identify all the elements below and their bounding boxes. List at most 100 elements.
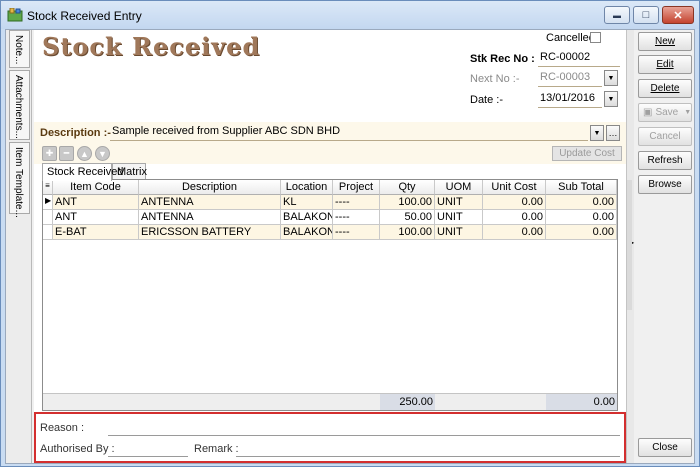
- edit-button[interactable]: Edit: [638, 55, 692, 74]
- move-down-button[interactable]: ▼: [95, 146, 110, 161]
- new-button-label: New: [654, 36, 675, 47]
- side-tab-attachments-label: Attachments...: [13, 75, 24, 139]
- close-icon: ✕: [673, 9, 683, 22]
- vertical-scrollbar[interactable]: [627, 180, 632, 310]
- reason-field[interactable]: [108, 422, 620, 436]
- chevron-down-icon: ▼: [593, 129, 601, 137]
- sub-total-total: 0.00: [546, 394, 617, 410]
- delete-button[interactable]: Delete: [638, 79, 692, 98]
- detail-toolbar: [34, 144, 626, 164]
- save-button[interactable]: ▣ Save ▼: [638, 103, 692, 122]
- remark-field[interactable]: [236, 443, 620, 457]
- app-icon: [7, 8, 23, 22]
- side-tab-note-label: Note...: [13, 35, 24, 65]
- authorised-by-field[interactable]: [108, 443, 188, 457]
- grid-footer-row: 250.00 0.00: [43, 393, 617, 410]
- action-button-column: New Edit Delete ▣ Save ▼ Cancel Refresh Br…: [636, 30, 694, 463]
- next-no-field: RC-00003: [538, 69, 602, 87]
- side-tab-item-template[interactable]: Item Template...: [9, 142, 30, 218]
- cell-uom[interactable]: UNIT: [435, 210, 483, 225]
- date-field[interactable]: 13/01/2016: [538, 90, 602, 108]
- date-picker-button[interactable]: ▼: [604, 91, 618, 107]
- ellipsis-icon: …: [608, 128, 618, 138]
- cell-qty[interactable]: 100.00: [380, 225, 435, 240]
- col-item-code[interactable]: Item Code: [53, 180, 139, 195]
- description-field[interactable]: Sample received from Supplier ABC SDN BH…: [110, 123, 588, 141]
- minimize-icon: ▬: [613, 10, 621, 20]
- cell-qty[interactable]: 100.00: [380, 195, 435, 210]
- table-row[interactable]: ANT ANTENNA BALAKONG ---- 50.00 UNIT 0.0…: [43, 210, 617, 225]
- browse-button[interactable]: Browse: [638, 175, 692, 194]
- delete-button-label: Delete: [650, 83, 680, 94]
- cell-sub-total[interactable]: 0.00: [546, 225, 617, 240]
- minimize-button[interactable]: ▬: [604, 6, 630, 24]
- cell-uom[interactable]: UNIT: [435, 195, 483, 210]
- cell-sub-total[interactable]: 0.00: [546, 195, 617, 210]
- cell-project[interactable]: ----: [333, 225, 380, 240]
- cancel-button-label: Cancel: [649, 131, 681, 142]
- stk-rec-no-field[interactable]: RC-00002: [538, 49, 620, 67]
- close-button-label: Close: [652, 442, 678, 453]
- bottom-info-panel: Reason : Authorised By : Remark :: [34, 412, 626, 463]
- cell-location[interactable]: BALAKONG: [281, 225, 333, 240]
- stk-rec-no-label: Stk Rec No :: [470, 53, 535, 65]
- col-sub-total[interactable]: Sub Total: [546, 180, 617, 195]
- qty-total: 250.00: [380, 394, 435, 410]
- remove-row-button[interactable]: ━: [59, 146, 74, 161]
- tab-stock-received[interactable]: Stock Received: [42, 163, 123, 181]
- col-qty[interactable]: Qty: [380, 180, 435, 195]
- close-button[interactable]: Close: [638, 438, 692, 457]
- new-button[interactable]: New: [638, 32, 692, 51]
- col-unit-cost[interactable]: Unit Cost: [483, 180, 546, 195]
- cell-location[interactable]: KL: [281, 195, 333, 210]
- side-tab-strip: Note... Attachments... Item Template...: [6, 30, 32, 463]
- add-row-button[interactable]: ✚: [42, 146, 57, 161]
- cell-item-code[interactable]: ANT: [53, 210, 139, 225]
- cancel-button[interactable]: Cancel: [638, 127, 692, 146]
- col-description[interactable]: Description: [139, 180, 281, 195]
- cell-description[interactable]: ANTENNA: [139, 195, 281, 210]
- cell-description[interactable]: ERICSSON BATTERY: [139, 225, 281, 240]
- arrow-up-icon: ▲: [80, 148, 89, 159]
- cell-sub-total[interactable]: 0.00: [546, 210, 617, 225]
- cell-uom[interactable]: UNIT: [435, 225, 483, 240]
- cell-location[interactable]: BALAKONG: [281, 210, 333, 225]
- cell-unit-cost[interactable]: 0.00: [483, 210, 546, 225]
- refresh-button[interactable]: Refresh: [638, 151, 692, 170]
- cell-description[interactable]: ANTENNA: [139, 210, 281, 225]
- side-tab-note[interactable]: Note...: [9, 30, 30, 68]
- next-no-label: Next No :-: [470, 73, 520, 85]
- grid-menu-icon[interactable]: ≡: [43, 180, 53, 195]
- chevron-down-icon: ▼: [684, 109, 692, 116]
- update-cost-button[interactable]: Update Cost: [552, 146, 622, 161]
- next-no-dropdown[interactable]: ▼: [604, 70, 618, 86]
- cancelled-checkbox[interactable]: [590, 32, 601, 43]
- row-indicator: [43, 210, 53, 225]
- main-panel: Stock Received Cancelled Stk Rec No : RC…: [34, 30, 626, 463]
- col-uom[interactable]: UOM: [435, 180, 483, 195]
- row-indicator: [43, 225, 53, 240]
- cell-unit-cost[interactable]: 0.00: [483, 195, 546, 210]
- col-location[interactable]: Location: [281, 180, 333, 195]
- side-tab-attachments[interactable]: Attachments...: [9, 70, 30, 140]
- move-up-button[interactable]: ▲: [77, 146, 92, 161]
- cell-item-code[interactable]: ANT: [53, 195, 139, 210]
- cell-item-code[interactable]: E-BAT: [53, 225, 139, 240]
- cell-unit-cost[interactable]: 0.00: [483, 225, 546, 240]
- refresh-button-label: Refresh: [647, 155, 683, 166]
- save-button-label: Save: [655, 107, 679, 118]
- col-project[interactable]: Project: [333, 180, 380, 195]
- cell-qty[interactable]: 50.00: [380, 210, 435, 225]
- description-dropdown[interactable]: ▼: [590, 125, 604, 141]
- description-more-button[interactable]: …: [606, 125, 620, 141]
- description-label: Description :-: [40, 127, 111, 139]
- table-row[interactable]: ▶ ANT ANTENNA KL ---- 100.00 UNIT 0.00 0…: [43, 195, 617, 210]
- cell-project[interactable]: ----: [333, 210, 380, 225]
- close-window-button[interactable]: ✕: [662, 6, 694, 24]
- maximize-button[interactable]: □: [633, 6, 659, 24]
- cell-project[interactable]: ----: [333, 195, 380, 210]
- row-pointer-icon: ▶: [43, 195, 53, 210]
- chevron-down-icon: ▼: [607, 95, 615, 103]
- chevron-down-icon: ▼: [607, 74, 615, 82]
- table-row[interactable]: E-BAT ERICSSON BATTERY BALAKONG ---- 100…: [43, 225, 617, 240]
